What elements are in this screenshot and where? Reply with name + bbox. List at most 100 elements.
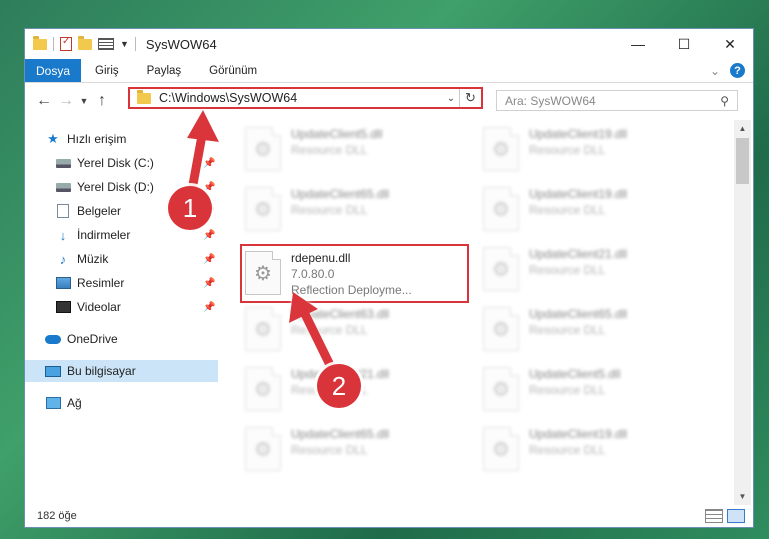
- sidebar-item-onedrive[interactable]: OneDrive: [25, 328, 218, 350]
- tab-share[interactable]: Paylaş: [133, 59, 196, 82]
- music-icon: ♪: [59, 251, 67, 267]
- customize-toolbar-icon[interactable]: ▼: [120, 39, 129, 49]
- file-item[interactable]: ⚙ UpdateClient65.dll Resource DLL: [245, 422, 465, 476]
- refresh-icon[interactable]: ↻: [459, 89, 481, 107]
- sidebar-item-label: Hızlı erişim: [67, 132, 127, 146]
- file-description: Resource DLL: [529, 443, 606, 457]
- chevron-down-icon[interactable]: ⌄: [710, 64, 720, 78]
- large-icons-view-icon[interactable]: [727, 509, 745, 523]
- close-button[interactable]: ✕: [707, 29, 753, 59]
- file-item[interactable]: ⚙ UpdateClient65.dll Resource DLL: [483, 302, 703, 356]
- file-name: UpdateClient19.dll: [529, 187, 628, 201]
- pin-icon[interactable]: 📌: [203, 254, 215, 265]
- ribbon-tabs: Dosya Giriş Paylaş Görünüm ⌄ ?: [25, 59, 753, 83]
- sidebar-item-quick-access[interactable]: ★ Hızlı erişim: [25, 128, 218, 150]
- vertical-scrollbar[interactable]: ▲ ▼: [734, 120, 751, 505]
- dll-file-icon: ⚙: [483, 367, 519, 411]
- dll-file-icon: ⚙: [483, 307, 519, 351]
- computer-icon: [45, 364, 61, 378]
- details-view-icon[interactable]: [705, 509, 723, 523]
- pin-icon[interactable]: 📌: [203, 230, 215, 241]
- navigation-pane: ★ Hızlı erişim Yerel Disk (C:) 📌 Yerel D…: [25, 126, 218, 496]
- dll-file-icon: ⚙: [245, 367, 281, 411]
- tab-home[interactable]: Giriş: [81, 59, 133, 82]
- scrollbar-thumb[interactable]: [736, 138, 749, 184]
- dll-file-icon: ⚙: [483, 127, 519, 171]
- network-icon: [45, 396, 61, 410]
- pin-icon[interactable]: 📌: [203, 302, 215, 313]
- address-bar[interactable]: C:\Windows\SysWOW64 ⌄ ↻: [128, 87, 483, 109]
- minimize-button[interactable]: —: [615, 29, 661, 59]
- file-description: Resource DLL: [529, 203, 606, 217]
- search-placeholder: Ara: SysWOW64: [505, 93, 596, 108]
- drive-icon: [55, 156, 71, 170]
- address-path[interactable]: C:\Windows\SysWOW64: [159, 91, 443, 105]
- ribbon-right: ⌄ ?: [710, 59, 753, 82]
- dll-file-icon: ⚙: [483, 247, 519, 291]
- folder-icon[interactable]: [33, 35, 47, 50]
- documents-icon: [55, 204, 71, 218]
- dll-file-icon: ⚙: [483, 187, 519, 231]
- window-title: SysWOW64: [145, 36, 217, 52]
- sidebar-item-network[interactable]: Ağ: [25, 392, 218, 414]
- sidebar-item-pictures[interactable]: Resimler 📌: [25, 272, 218, 294]
- file-description: Resource DLL: [529, 383, 606, 397]
- up-arrow-icon[interactable]: ↑: [91, 92, 113, 110]
- sidebar-item-label: Ağ: [67, 396, 82, 410]
- pictures-icon: [55, 276, 71, 290]
- file-name: UpdateClient65.dll: [291, 427, 390, 441]
- sidebar-item-this-pc[interactable]: Bu bilgisayar: [25, 360, 218, 382]
- help-icon[interactable]: ?: [730, 63, 745, 78]
- recent-locations-icon[interactable]: ▼: [77, 96, 91, 106]
- scroll-down-icon[interactable]: ▼: [734, 488, 751, 505]
- file-name: UpdateClient5.dll: [291, 127, 383, 141]
- file-list: ⚙ UpdateClient5.dll Resource DLL ⚙ Update…: [241, 120, 746, 495]
- back-arrow-icon[interactable]: ←: [33, 92, 55, 110]
- sidebar-item-label: Bu bilgisayar: [67, 364, 136, 378]
- folder-icon: [137, 89, 151, 104]
- file-item[interactable]: ⚙ UpdateClient65.dll Resource DLL: [245, 182, 465, 236]
- new-folder-icon[interactable]: [78, 35, 92, 50]
- sidebar-item-label: OneDrive: [67, 332, 118, 346]
- dll-file-icon: ⚙: [483, 427, 519, 471]
- item-count: 182 öğe: [37, 510, 77, 522]
- file-name: UpdateClient5.dll: [529, 367, 621, 381]
- quick-access-toolbar: ▼: [25, 35, 136, 51]
- file-item[interactable]: ⚙ UpdateClient19.dll Resource DLL: [483, 182, 703, 236]
- file-highlight-box: [240, 244, 469, 303]
- dll-file-icon: ⚙: [245, 427, 281, 471]
- sidebar-item-label: Yerel Disk (C:): [77, 156, 154, 170]
- pin-icon[interactable]: 📌: [203, 278, 215, 289]
- maximize-button[interactable]: ☐: [661, 29, 707, 59]
- search-input[interactable]: Ara: SysWOW64 ⚲: [496, 90, 738, 111]
- file-item[interactable]: ⚙ UpdateClient63.dll Resource DLL: [245, 302, 465, 356]
- forward-arrow-icon[interactable]: →: [55, 92, 77, 110]
- file-name: UpdateClient21.dll: [529, 247, 628, 261]
- sidebar-item-music[interactable]: ♪ Müzik 📌: [25, 248, 218, 270]
- sidebar-item-local-disk-c[interactable]: Yerel Disk (C:) 📌: [25, 152, 218, 174]
- pin-icon[interactable]: 📌: [203, 158, 215, 169]
- sidebar-item-videos[interactable]: Videolar 📌: [25, 296, 218, 318]
- view-icon[interactable]: [98, 38, 114, 50]
- properties-icon[interactable]: [60, 36, 72, 51]
- file-item[interactable]: ⚙ UpdateClient5.dll Resource DLL: [483, 362, 703, 416]
- file-item[interactable]: ⚙ UpdateClient21.dll Resource DLL: [483, 242, 703, 296]
- scroll-up-icon[interactable]: ▲: [734, 120, 751, 137]
- dll-file-icon: ⚙: [245, 187, 281, 231]
- dll-file-icon: ⚙: [245, 127, 281, 171]
- sidebar-item-label: Müzik: [77, 252, 109, 266]
- tab-file[interactable]: Dosya: [25, 59, 81, 82]
- file-item[interactable]: ⚙ UpdateClient19.dll Resource DLL: [483, 422, 703, 476]
- tab-view[interactable]: Görünüm: [195, 59, 271, 82]
- file-name: UpdateClient19.dll: [529, 427, 628, 441]
- dll-file-icon: ⚙: [245, 307, 281, 351]
- toolbar-divider: [53, 37, 54, 51]
- file-description: Resource DLL: [529, 323, 606, 337]
- search-icon[interactable]: ⚲: [720, 94, 729, 108]
- file-item[interactable]: ⚙ UpdateClient19.dll Resource DLL: [483, 122, 703, 176]
- title-bar: ▼ SysWOW64 — ☐ ✕: [25, 29, 753, 59]
- sidebar-item-label: Yerel Disk (D:): [77, 180, 154, 194]
- downloads-icon: ↓: [59, 227, 67, 243]
- file-item[interactable]: ⚙ UpdateClient5.dll Resource DLL: [245, 122, 465, 176]
- chevron-down-icon[interactable]: ⌄: [443, 93, 459, 104]
